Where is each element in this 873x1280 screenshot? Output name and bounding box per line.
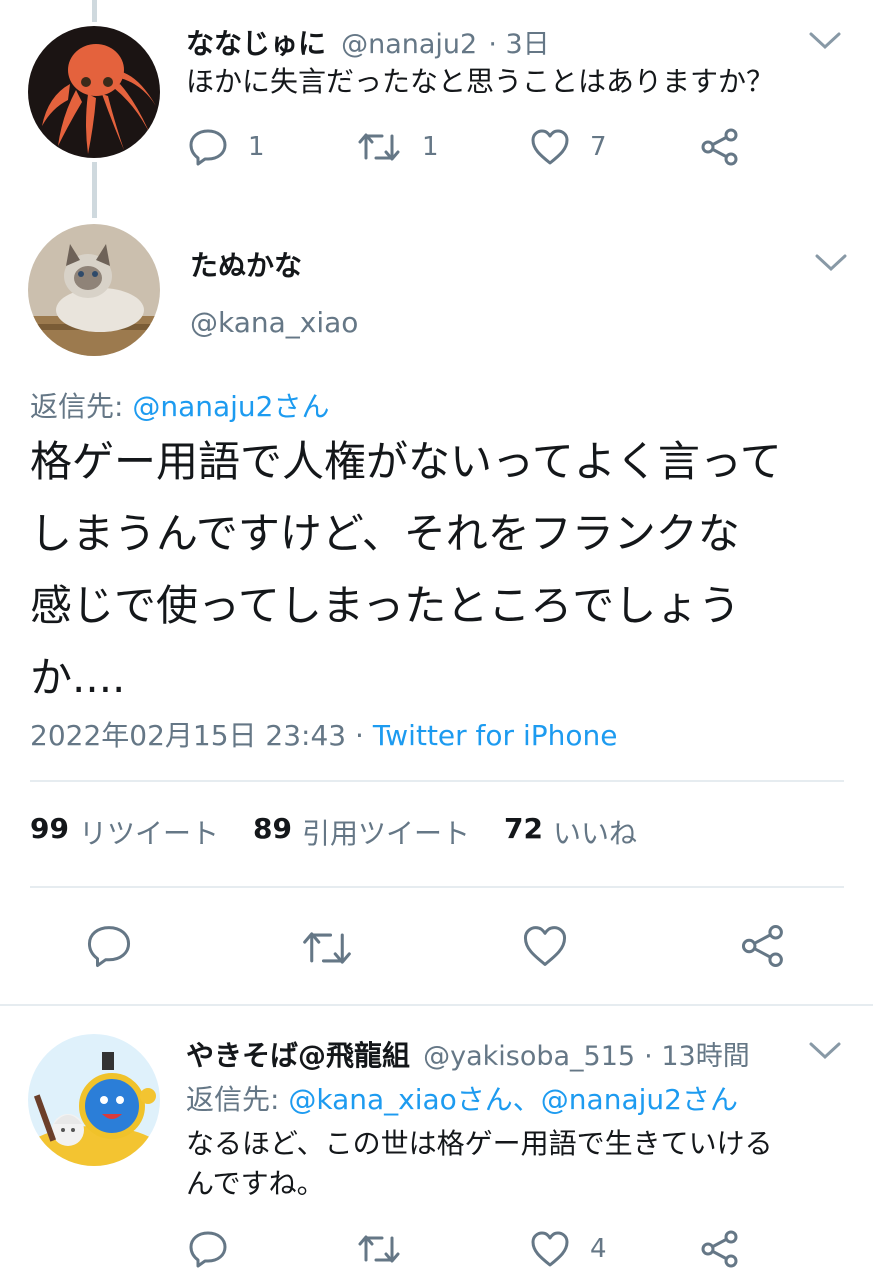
reply-to-link[interactable]: @kana_xiaoさん	[288, 1083, 512, 1116]
reply-button[interactable]	[188, 1230, 228, 1268]
main-tweet-line: 感じで使ってしまったところでしょう	[30, 581, 741, 630]
author-handle[interactable]: @yakisoba_515	[423, 1041, 635, 1072]
chevron-down-icon[interactable]	[808, 1040, 842, 1062]
tweet-text: なるほど、この世は格ゲー用語で生きていける んですね。	[186, 1124, 773, 1204]
retweet-icon	[358, 1235, 400, 1263]
retweet-icon	[358, 133, 400, 161]
octopus-avatar-icon	[28, 26, 160, 158]
share-button[interactable]	[700, 128, 740, 166]
tweet-datetime[interactable]: 2022年02月15日 23:43 ·	[30, 719, 373, 752]
retweet-button[interactable]	[300, 928, 354, 968]
like-count: 7	[590, 132, 607, 162]
main-tweet-line: 格ゲー用語で人権がないってよく言って	[30, 437, 782, 486]
share-button[interactable]	[700, 1230, 740, 1268]
quotes-count[interactable]: 89	[253, 812, 292, 852]
like-button[interactable]	[522, 924, 568, 968]
reply-prefix: 返信先:	[186, 1083, 289, 1116]
cat-avatar-icon	[28, 224, 160, 356]
avatar-nanaju2[interactable]	[28, 26, 160, 158]
author-handle[interactable]: @kana_xiao	[190, 306, 358, 339]
tweet-text-line: んですね。	[186, 1167, 325, 1200]
avatar-yakisoba[interactable]	[28, 1034, 160, 1166]
reply-icon	[189, 129, 227, 166]
retweet-icon	[303, 932, 351, 964]
drum-character-avatar-icon	[28, 1034, 160, 1166]
quotes-label[interactable]: 引用ツイート	[302, 812, 470, 852]
reply-to-link[interactable]: @nanaju2さん	[541, 1083, 738, 1116]
chevron-down-icon[interactable]	[808, 30, 842, 52]
divider	[0, 1004, 873, 1006]
likes-label[interactable]: いいね	[553, 812, 637, 852]
engagement-stats: 99 リツイート 89 引用ツイート 72 いいね	[30, 812, 671, 852]
reply-count: 1	[248, 132, 265, 162]
thread-line-mid	[92, 162, 97, 218]
author-name[interactable]: ななじゅに	[186, 27, 326, 60]
retweet-count: 1	[422, 132, 439, 162]
retweets-count[interactable]: 99	[30, 812, 69, 852]
reply-icon	[189, 1231, 227, 1268]
author-handle[interactable]: @nanaju2	[341, 29, 477, 60]
reply-to-link[interactable]: @nanaju2さん	[132, 390, 329, 423]
thread-line-top	[92, 0, 97, 22]
main-tweet-line: か....	[30, 653, 126, 702]
heart-icon	[523, 926, 567, 966]
share-icon	[741, 924, 783, 968]
tweet-text: ほかに失言だったなと思うことはありますか？	[186, 65, 775, 98]
divider	[30, 886, 844, 888]
retweets-label[interactable]: リツイート	[79, 812, 219, 852]
author-name[interactable]: やきそば@飛龍組	[186, 1039, 410, 1072]
tweet-text-line: なるほど、この世は格ゲー用語で生きていける	[186, 1127, 773, 1160]
tweet-time[interactable]: · 3日	[488, 29, 549, 60]
heart-icon	[531, 1231, 569, 1267]
main-tweet-text: 格ゲー用語で人権がないってよく言って しまうんですけど、それをフランクな 感じで…	[30, 426, 850, 714]
avatar-kana-xiao[interactable]	[28, 224, 160, 356]
reply-button[interactable]: 1	[188, 128, 265, 166]
like-button[interactable]: 4	[530, 1230, 607, 1268]
reply-prefix: 返信先:	[30, 390, 133, 423]
share-icon	[701, 1230, 738, 1268]
tweet-source-link[interactable]: Twitter for iPhone	[373, 719, 618, 752]
likes-count[interactable]: 72	[504, 812, 543, 852]
heart-icon	[531, 129, 569, 165]
like-count: 4	[590, 1234, 607, 1264]
tweet-time[interactable]: · 13時間	[644, 1041, 750, 1072]
chevron-down-icon[interactable]	[814, 252, 848, 274]
like-button[interactable]: 7	[530, 128, 607, 166]
divider	[30, 780, 844, 782]
retweet-button[interactable]: 1	[356, 130, 439, 164]
reply-button[interactable]	[86, 924, 132, 968]
main-tweet-line: しまうんですけど、それをフランクな	[30, 509, 740, 558]
share-button[interactable]	[740, 924, 786, 968]
reply-icon	[87, 926, 131, 968]
retweet-button[interactable]	[356, 1232, 402, 1266]
author-name[interactable]: たぬかな	[190, 244, 302, 284]
reply-separator: 、	[512, 1083, 541, 1116]
share-icon	[701, 128, 738, 166]
